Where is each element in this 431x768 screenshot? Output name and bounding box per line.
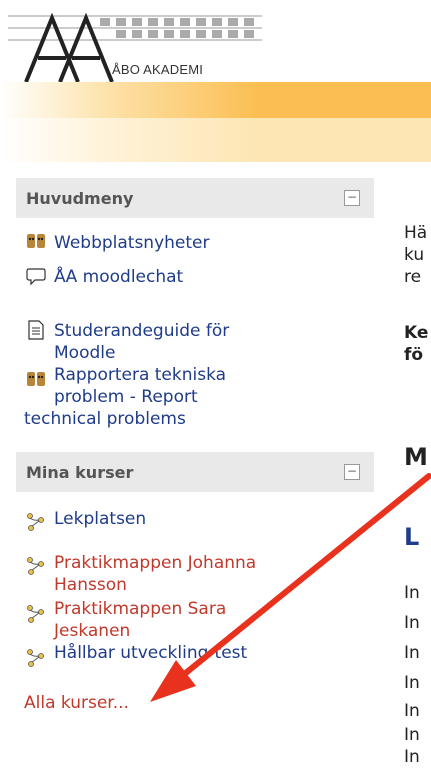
my-courses-title: Mina kurser [26,463,134,482]
rapportera-line-3: technical problems [24,409,186,429]
course-heading[interactable]: L [404,525,419,549]
course-link-praktikmappen-sara[interactable]: Praktikmappen Sara [54,598,226,620]
sidebar-link-rapportera-cont[interactable]: problem - Report [54,386,198,408]
course-icon [27,513,44,531]
chat-icon [26,268,46,286]
list-item[interactable]: In [404,642,420,664]
sara-line-2: Jeskanen [54,621,131,641]
intro-line-1: Hä [404,223,428,243]
list-item[interactable]: In [404,612,420,634]
course-icon [27,649,44,667]
section-heading: M [404,443,428,471]
course-icon [27,557,44,575]
intro-line-3: re [404,267,422,287]
list-item[interactable]: In [404,700,420,722]
rapportera-line-1: Rapportera tekniska [54,365,227,385]
collapse-my-courses-button[interactable]: − [344,464,360,480]
rapportera-line-2: problem - Report [54,387,198,407]
header-band-light [0,118,431,162]
studerandeguide-line-1: Studerandeguide för [54,321,230,341]
studerandeguide-line-2: Moodle [54,343,116,363]
main-menu-title: Huvudmeny [26,189,134,208]
course-link-praktikmappen-johanna-cont[interactable]: Hansson [54,574,127,596]
arrow-head [150,660,196,702]
forum-icon [27,234,45,248]
course-link-praktikmappen-johanna[interactable]: Praktikmappen Johanna [54,552,256,574]
header-band-orange [0,82,431,118]
all-courses-link[interactable]: Alla kurser... [24,692,129,714]
sara-line-1: Praktikmappen Sara [54,599,227,619]
list-item[interactable]: In [404,746,420,768]
intro-line-2: ku [404,245,425,265]
sidebar-link-studerandeguide[interactable]: Studerandeguide för [54,320,229,342]
document-icon [28,320,44,340]
my-courses-block-header: Mina kurser − [16,452,374,492]
site-header: ÅBO AKADEMI [0,0,431,162]
sidebar-link-rapportera-cont2[interactable]: technical problems [24,408,186,430]
list-item[interactable]: In [404,582,420,604]
course-link-hallbar-utveckling[interactable]: Hållbar utveckling-test [54,642,247,664]
johanna-line-1: Praktikmappen Johanna [54,553,257,573]
sidebar-link-moodlechat[interactable]: ÅA moodlechat [54,266,183,288]
list-item[interactable]: In [404,724,420,746]
course-link-lekplatsen[interactable]: Lekplatsen [54,508,146,530]
list-item[interactable]: In [404,672,420,694]
forum-icon [27,372,45,386]
johanna-line-2: Hansson [54,575,127,595]
sidebar-link-webbplatsnyheter[interactable]: Webbplatsnyheter [54,232,210,254]
course-icon [27,605,44,623]
main-menu-block-header: Huvudmeny − [16,178,374,218]
logo-wordmark: ÅBO AKADEMI [112,62,204,77]
course-link-praktikmappen-sara-cont[interactable]: Jeskanen [54,620,130,642]
sidebar-link-rapportera[interactable]: Rapportera tekniska [54,364,226,386]
sidebar-link-studerandeguide-cont[interactable]: Moodle [54,342,115,364]
bold-line-1: Ke [404,323,429,343]
collapse-main-menu-button[interactable]: − [344,190,360,206]
bold-line-2: fö [404,345,424,365]
